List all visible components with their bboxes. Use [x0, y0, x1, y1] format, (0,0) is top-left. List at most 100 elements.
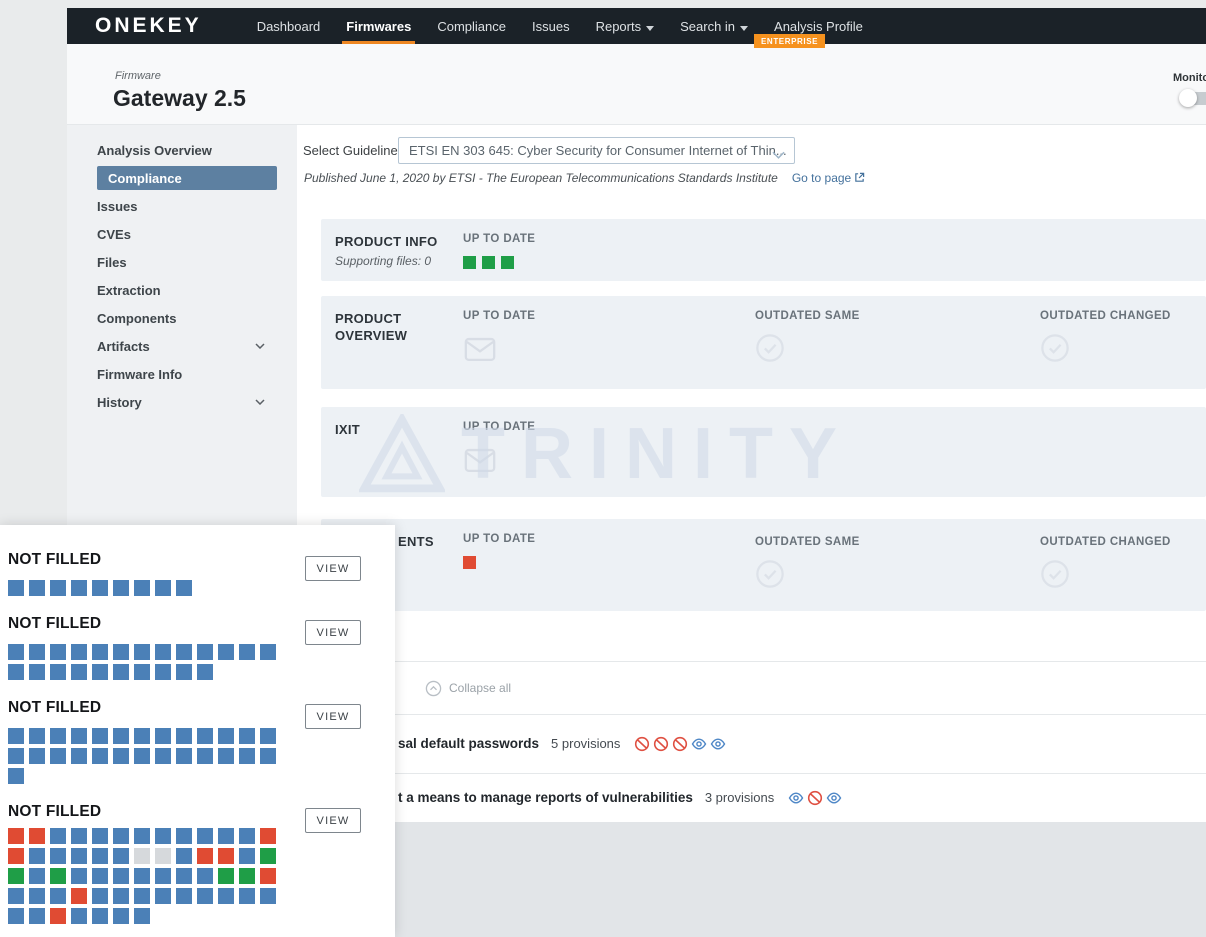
- monitor-toggle[interactable]: [1181, 92, 1206, 105]
- status-square: [8, 580, 24, 596]
- sidebar-item-artifacts[interactable]: Artifacts: [67, 332, 297, 360]
- card-subtitle: Supporting files: 0: [335, 254, 431, 268]
- status-square: [176, 644, 192, 660]
- status-square: [197, 748, 213, 764]
- sidebar-item-firmware-info[interactable]: Firmware Info: [67, 360, 297, 388]
- sidebar-item-issues[interactable]: Issues: [67, 192, 297, 220]
- ban-icon: [634, 736, 650, 752]
- nav-item-issues[interactable]: Issues: [519, 8, 583, 44]
- published-line: Published June 1, 2020 by ETSI - The Eur…: [304, 171, 865, 185]
- square-row: [8, 664, 276, 680]
- eye-icon: [788, 790, 804, 806]
- status-square: [239, 888, 255, 904]
- sidebar-item-history[interactable]: History: [67, 388, 297, 416]
- provision-row[interactable]: t a means to manage reports of vulnerabi…: [297, 773, 1206, 822]
- guideline-dropdown[interactable]: ETSI EN 303 645: Cyber Security for Cons…: [398, 137, 795, 164]
- status-square: [29, 908, 45, 924]
- view-button[interactable]: VIEW: [305, 556, 361, 581]
- caret-down-icon: [646, 19, 654, 34]
- status-square: [29, 828, 45, 844]
- nav-item-firmwares[interactable]: Firmwares: [333, 8, 424, 44]
- view-button[interactable]: VIEW: [305, 620, 361, 645]
- status-square: [176, 868, 192, 884]
- status-square: [260, 888, 276, 904]
- external-link-icon: [854, 172, 865, 183]
- collapse-all-button[interactable]: Collapse all: [297, 673, 1206, 703]
- square-row: [463, 256, 535, 269]
- ban-icon: [653, 736, 669, 752]
- status-square: [113, 908, 129, 924]
- sidebar-item-cves[interactable]: CVEs: [67, 220, 297, 248]
- status-square: [134, 644, 150, 660]
- status-square: [239, 868, 255, 884]
- mail-icon: [463, 444, 535, 480]
- select-guideline-label: Select Guideline: [303, 143, 398, 158]
- sidebar-item-files[interactable]: Files: [67, 248, 297, 276]
- nav-item-compliance[interactable]: Compliance: [424, 8, 519, 44]
- status-square: [176, 888, 192, 904]
- sidebar-item-analysis-overview[interactable]: Analysis Overview: [67, 136, 297, 164]
- card-title: PRODUCT INFO: [335, 233, 447, 250]
- status-square: [260, 868, 276, 884]
- provision-count: 3 provisions: [705, 790, 774, 805]
- square-row: [8, 644, 276, 660]
- eye-icon: [710, 736, 726, 752]
- status-square: [134, 664, 150, 680]
- status-square: [113, 748, 129, 764]
- provision-squares-grid: [8, 580, 192, 600]
- status-square: [176, 828, 192, 844]
- sidebar-item-components[interactable]: Components: [67, 304, 297, 332]
- provision-status-icons: [788, 790, 842, 806]
- go-to-page-link[interactable]: Go to page: [792, 171, 865, 185]
- page: ONEKEY Dashboard Firmwares Compliance Is…: [0, 0, 1206, 937]
- chevron-down-icon: [255, 399, 265, 405]
- nav-item-search-in[interactable]: Search in: [667, 8, 761, 44]
- status-square: [176, 728, 192, 744]
- status-square: [155, 664, 171, 680]
- status-square: [197, 888, 213, 904]
- toggle-knob: [1179, 89, 1197, 107]
- provision-count: 5 provisions: [551, 736, 620, 751]
- status-square: [218, 644, 234, 660]
- status-square: [92, 644, 108, 660]
- sidebar-item-compliance[interactable]: Compliance: [97, 166, 277, 190]
- view-button[interactable]: VIEW: [305, 704, 361, 729]
- provision-squares-grid: [8, 644, 276, 684]
- provision-squares-grid: [8, 828, 276, 928]
- status-square: [29, 848, 45, 864]
- col-header-up-to-date: UP TO DATE: [463, 310, 535, 322]
- status-square: [50, 848, 66, 864]
- status-square: [29, 888, 45, 904]
- nav-item-reports[interactable]: Reports: [583, 8, 668, 44]
- square-row: [8, 728, 276, 744]
- collapse-all-label: Collapse all: [449, 681, 511, 695]
- status-square: [92, 888, 108, 904]
- square-row: [8, 848, 276, 864]
- provision-status-icons: [634, 736, 726, 752]
- view-button[interactable]: VIEW: [305, 808, 361, 833]
- status-square: [155, 580, 171, 596]
- provision-row[interactable]: sal default passwords 5 provisions: [297, 714, 1206, 773]
- status-square: [92, 828, 108, 844]
- col-header-up-to-date: UP TO DATE: [463, 233, 535, 245]
- status-square: [29, 868, 45, 884]
- status-squares: [463, 556, 535, 569]
- not-filled-label: NOT FILLED: [8, 699, 101, 717]
- square-row: [463, 556, 535, 569]
- col-header-up-to-date: UP TO DATE: [463, 533, 535, 545]
- status-square: [8, 644, 24, 660]
- expanded-section-placeholder: [297, 822, 1206, 937]
- col-header-outdated-changed: OUTDATED CHANGED: [1040, 310, 1171, 322]
- status-square: [482, 256, 495, 269]
- status-square: [113, 580, 129, 596]
- status-square: [218, 888, 234, 904]
- collapse-circle-icon: [425, 680, 442, 697]
- status-square: [134, 580, 150, 596]
- status-squares: [463, 256, 535, 269]
- sidebar-item-extraction[interactable]: Extraction: [67, 276, 297, 304]
- check-circle-icon: [1040, 333, 1171, 368]
- status-square: [197, 828, 213, 844]
- status-square: [113, 848, 129, 864]
- nav-item-dashboard[interactable]: Dashboard: [244, 8, 334, 44]
- check-circle-icon: [755, 559, 860, 594]
